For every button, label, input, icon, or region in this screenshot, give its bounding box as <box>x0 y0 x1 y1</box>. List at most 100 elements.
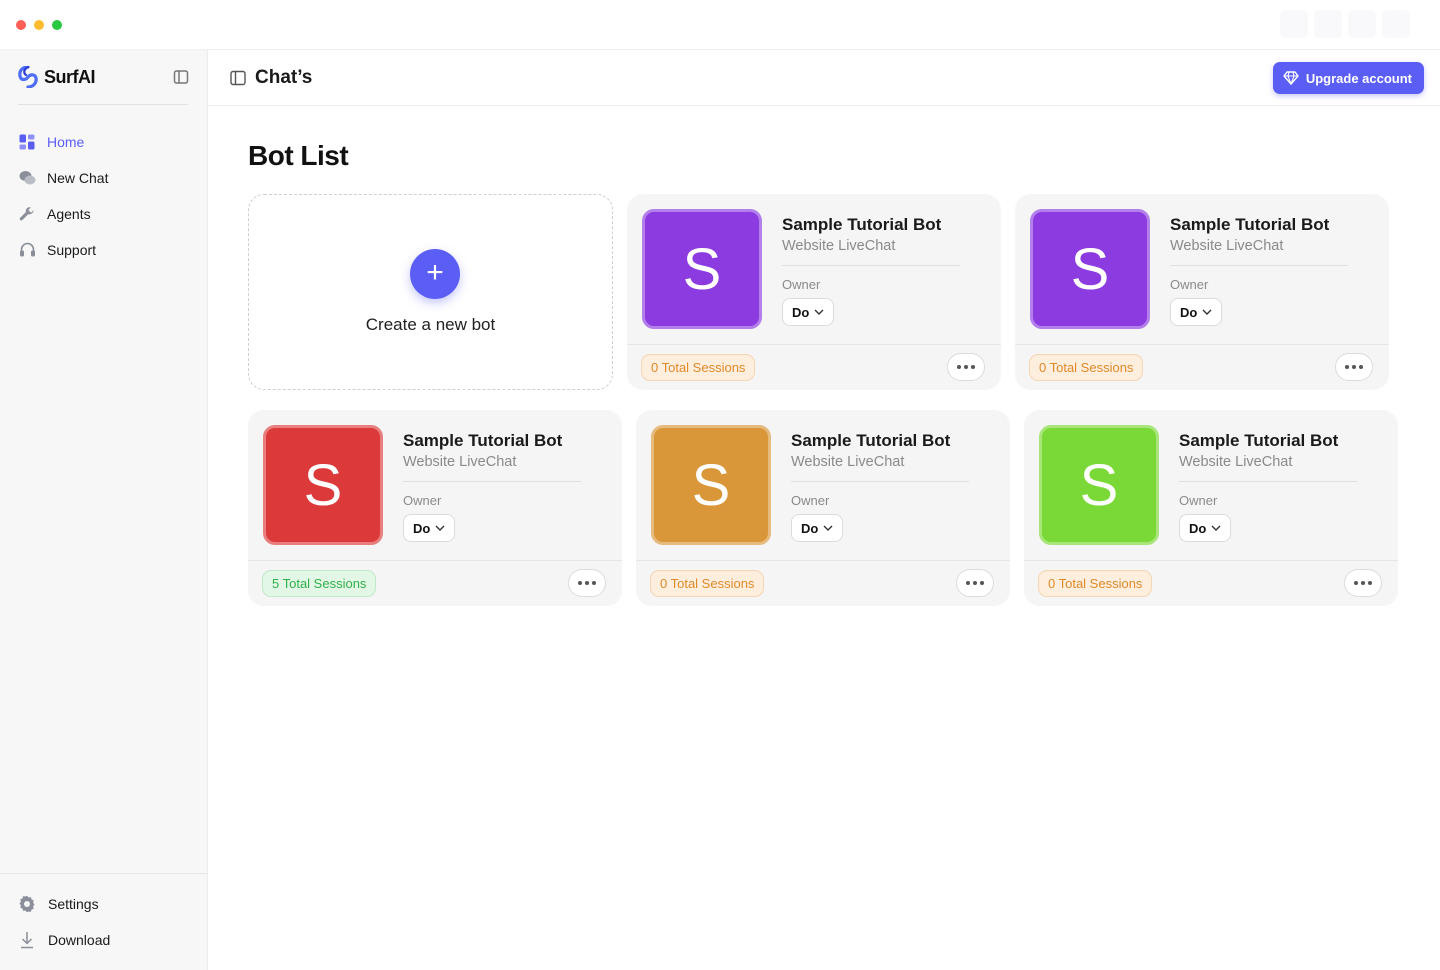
bot-avatar: S <box>1030 209 1150 329</box>
chevron-down-icon <box>1202 309 1212 315</box>
chevron-down-icon <box>1211 525 1221 531</box>
brand-name: SurfAI <box>44 66 96 87</box>
dot-icon <box>980 581 984 585</box>
dot-icon <box>1352 365 1356 369</box>
sidebar: SurfAI Home New Chat Agents Support Sett… <box>0 50 208 970</box>
bot-card-footer: 0 Total Sessions <box>1015 344 1389 390</box>
dot-icon <box>973 581 977 585</box>
sidebar-item-support[interactable]: Support <box>18 232 190 268</box>
sidebar-divider <box>18 104 188 105</box>
bot-divider <box>791 481 969 482</box>
bot-type: Website LiveChat <box>403 454 517 470</box>
owner-select[interactable]: Do <box>1170 298 1223 326</box>
sidebar-item-home[interactable]: Home <box>18 124 190 160</box>
owner-value: Do <box>413 520 431 536</box>
bot-card-footer: 0 Total Sessions <box>636 560 1010 606</box>
close-window-button[interactable] <box>16 20 26 30</box>
owner-value: Do <box>1189 520 1207 536</box>
chevron-down-icon <box>814 309 824 315</box>
bot-card-footer: 0 Total Sessions <box>627 344 1001 390</box>
owner-select[interactable]: Do <box>403 514 456 542</box>
bot-name: Sample Tutorial Bot <box>1179 431 1339 450</box>
sessions-badge: 0 Total Sessions <box>1038 570 1153 597</box>
owner-value: Do <box>792 304 810 320</box>
owner-label: Owner <box>403 493 442 508</box>
bot-name: Sample Tutorial Bot <box>791 431 951 450</box>
dot-icon <box>957 365 961 369</box>
bot-avatar: S <box>1039 425 1159 545</box>
page-header-title: Chat’s <box>255 67 313 88</box>
bot-avatar: S <box>651 425 771 545</box>
sidebar-item-settings[interactable]: Settings <box>18 886 189 922</box>
owner-label: Owner <box>782 277 821 292</box>
bot-type: Website LiveChat <box>1179 454 1293 470</box>
bot-avatar: S <box>263 425 383 545</box>
bot-card[interactable]: S Sample Tutorial Bot Website LiveChat O… <box>1024 410 1398 606</box>
more-options-button[interactable] <box>947 353 985 381</box>
owner-label: Owner <box>1179 493 1218 508</box>
top-header: Chat’s Upgrade account <box>208 50 1440 106</box>
bot-name: Sample Tutorial Bot <box>782 215 942 234</box>
owner-value: Do <box>801 520 819 536</box>
sessions-badge: 0 Total Sessions <box>641 354 756 381</box>
owner-value: Do <box>1180 304 1198 320</box>
owner-select[interactable]: Do <box>782 298 835 326</box>
more-options-button[interactable] <box>956 569 994 597</box>
download-icon <box>18 931 36 949</box>
minimize-window-button[interactable] <box>34 20 44 30</box>
bot-type: Website LiveChat <box>791 454 905 470</box>
panel-toggle-icon[interactable] <box>230 70 246 86</box>
chevron-down-icon <box>823 525 833 531</box>
dot-icon <box>1354 581 1358 585</box>
sidebar-nav: Home New Chat Agents Support <box>18 124 190 268</box>
surfai-logo-icon <box>18 66 38 88</box>
sidebar-item-label: Download <box>48 932 111 948</box>
dot-icon <box>971 365 975 369</box>
bot-card[interactable]: S Sample Tutorial Bot Website LiveChat O… <box>627 194 1001 390</box>
sidebar-item-download[interactable]: Download <box>18 922 189 958</box>
bot-card[interactable]: S Sample Tutorial Bot Website LiveChat O… <box>248 410 622 606</box>
bot-type: Website LiveChat <box>782 238 896 254</box>
more-options-button[interactable] <box>568 569 606 597</box>
sidebar-item-new-chat[interactable]: New Chat <box>18 160 190 196</box>
bot-name: Sample Tutorial Bot <box>1170 215 1330 234</box>
maximize-window-button[interactable] <box>52 20 62 30</box>
home-icon <box>18 133 36 151</box>
dot-icon <box>585 581 589 585</box>
more-options-button[interactable] <box>1344 569 1382 597</box>
brand[interactable]: SurfAI <box>18 66 96 88</box>
gear-icon <box>18 895 36 913</box>
bot-divider <box>1170 265 1348 266</box>
dot-icon <box>592 581 596 585</box>
bot-card[interactable]: S Sample Tutorial Bot Website LiveChat O… <box>636 410 1010 606</box>
sidebar-item-label: Home <box>47 134 85 150</box>
create-bot-card[interactable]: + Create a new bot <box>248 194 613 390</box>
owner-select[interactable]: Do <box>791 514 844 542</box>
owner-select[interactable]: Do <box>1179 514 1232 542</box>
bot-name: Sample Tutorial Bot <box>403 431 563 450</box>
bot-list-title: Bot List <box>248 140 349 171</box>
dot-icon <box>1345 365 1349 369</box>
dot-icon <box>1359 365 1363 369</box>
dot-icon <box>966 581 970 585</box>
plus-icon[interactable]: + <box>410 249 460 299</box>
wrench-icon <box>18 205 36 223</box>
window-titlebar <box>0 0 1440 50</box>
bot-card[interactable]: S Sample Tutorial Bot Website LiveChat O… <box>1015 194 1389 390</box>
bot-card-footer: 0 Total Sessions <box>1024 560 1398 606</box>
bot-divider <box>1179 481 1357 482</box>
more-options-button[interactable] <box>1335 353 1373 381</box>
window-toolbar-icons <box>1280 10 1430 40</box>
headset-icon <box>18 241 36 259</box>
bot-avatar: S <box>642 209 762 329</box>
bot-type: Website LiveChat <box>1170 238 1284 254</box>
upgrade-account-button[interactable]: Upgrade account <box>1272 62 1424 94</box>
bot-divider <box>782 265 960 266</box>
sidebar-bottom: Settings Download <box>0 873 207 958</box>
sessions-badge: 0 Total Sessions <box>1029 354 1144 381</box>
sidebar-collapse-icon[interactable] <box>172 68 190 86</box>
sidebar-item-agents[interactable]: Agents <box>18 196 190 232</box>
owner-label: Owner <box>791 493 830 508</box>
upgrade-account-label: Upgrade account <box>1305 70 1412 86</box>
sidebar-item-label: Agents <box>47 206 91 222</box>
